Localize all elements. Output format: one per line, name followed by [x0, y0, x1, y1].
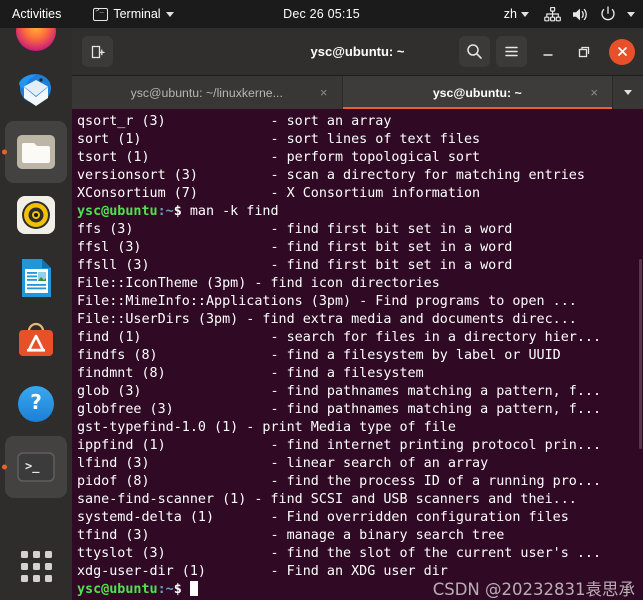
rhythmbox-icon	[17, 196, 55, 234]
language-label: zh	[503, 7, 517, 21]
dock-item-files[interactable]	[2, 121, 67, 183]
prompt-user: ysc@ubuntu	[77, 582, 158, 597]
tab-label: ysc@ubuntu: ~	[432, 85, 522, 100]
activities-button[interactable]: Activities	[0, 0, 71, 28]
terminal-line: lfind (3) - linear search of an array	[77, 456, 489, 471]
ubuntu-dock: ? >_	[0, 11, 72, 600]
terminal-line: File::UserDirs (3pm) - find extra media …	[77, 312, 577, 327]
terminal-output-area[interactable]: qsort_r (3) - sort an array sort (1) - so…	[72, 109, 643, 600]
terminal-line: sort (1) - sort lines of text files	[77, 132, 481, 147]
tab-home[interactable]: ysc@ubuntu: ~ ×	[342, 76, 613, 109]
menu-button[interactable]	[496, 36, 527, 67]
ubuntu-software-icon	[19, 322, 53, 356]
terminal-line: ttyslot (3) - find the slot of the curre…	[77, 546, 602, 561]
tab-label: ysc@ubuntu: ~/linuxkerne...	[130, 85, 283, 100]
thunderbird-icon	[19, 74, 51, 106]
language-indicator[interactable]: zh	[504, 7, 529, 21]
svg-text:?: ?	[30, 390, 42, 414]
terminal-line: qsort_r (3) - sort an array	[77, 114, 392, 129]
tab-close-icon[interactable]: ×	[320, 86, 328, 99]
terminal-line: systemd-delta (1) - Find overridden conf…	[77, 510, 569, 525]
prompt-path: :~	[157, 582, 174, 597]
volume-icon[interactable]	[572, 7, 589, 22]
terminal-icon	[93, 6, 109, 21]
terminal-line: ysc@ubuntu:~$ man -k find	[74, 203, 643, 221]
tab-list-button[interactable]	[613, 76, 643, 109]
prompt-dollar: $	[173, 204, 190, 219]
new-tab-icon	[91, 45, 105, 58]
dock-item-thunderbird[interactable]	[0, 58, 72, 120]
show-applications-button[interactable]	[0, 538, 72, 594]
network-icon[interactable]	[544, 6, 561, 22]
terminal-line: findfs (8) - find a filesystem by label …	[77, 348, 561, 363]
terminal-line: File::IconTheme (3pm) - find icon direct…	[77, 276, 440, 291]
terminal-window: ysc@ubuntu: ~ ysc@ubuntu: ~/linuxkerne..…	[72, 28, 643, 600]
terminal-cursor	[189, 581, 198, 596]
app-menu-terminal[interactable]: Terminal	[93, 6, 174, 21]
terminal-line: ffsl (3) - find first bit set in a word	[77, 240, 513, 255]
close-button[interactable]	[609, 38, 635, 65]
dock-item-terminal[interactable]: >_	[2, 436, 67, 498]
tab-linuxkernel[interactable]: ysc@ubuntu: ~/linuxkerne... ×	[72, 76, 343, 109]
clock-label[interactable]: Dec 26 05:15	[283, 7, 360, 21]
terminal-line: tsort (1) - perform topological sort	[77, 150, 481, 165]
tab-close-icon[interactable]: ×	[590, 86, 598, 99]
chevron-down-icon[interactable]	[627, 11, 635, 17]
chevron-down-icon	[165, 11, 174, 17]
new-tab-button[interactable]	[82, 36, 113, 67]
close-icon	[617, 47, 627, 56]
window-titlebar: ysc@ubuntu: ~	[72, 28, 643, 76]
terminal-line: globfree (3) - find pathnames matching a…	[77, 402, 602, 417]
terminal-line: versionsort (3) - scan a directory for m…	[77, 168, 585, 183]
search-icon	[467, 44, 482, 59]
terminal-line: ysc@ubuntu:~$	[74, 581, 643, 599]
terminal-line: glob (3) - find pathnames matching a pat…	[77, 384, 602, 399]
terminal-command: man -k find	[189, 204, 279, 219]
terminal-line: pidof (8) - find the process ID of a run…	[77, 474, 602, 489]
maximize-icon	[578, 46, 590, 57]
terminal-scrollbar[interactable]	[638, 109, 643, 600]
app-grid-icon	[20, 550, 52, 582]
help-icon: ?	[18, 386, 54, 422]
terminal-line: ffsll (3) - find first bit set in a word	[77, 258, 513, 273]
terminal-app-icon: >_	[17, 452, 55, 482]
dock-item-ubuntu-software[interactable]	[0, 310, 72, 372]
terminal-line: XConsortium (7) - X Consortium informati…	[77, 186, 481, 201]
libreoffice-writer-icon	[22, 259, 51, 297]
minimize-button[interactable]	[533, 37, 563, 67]
window-controls	[459, 36, 635, 67]
maximize-button[interactable]	[569, 37, 599, 67]
terminal-line: tfind (3) - manage a binary search tree	[77, 528, 505, 543]
chevron-down-icon	[624, 90, 632, 95]
prompt-dollar: $	[173, 582, 190, 597]
terminal-line: gst-typefind-1.0 (1) - print Media type …	[77, 420, 456, 435]
dock-item-rhythmbox[interactable]	[0, 184, 72, 246]
terminal-line: File::MimeInfo::Applications (3pm) - Fin…	[77, 294, 577, 309]
hamburger-menu-icon	[505, 46, 518, 57]
terminal-line: xdg-user-dir (1) - Find an XDG user dir	[77, 564, 448, 579]
terminal-line: ippfind (1) - find internet printing pro…	[77, 438, 602, 453]
dock-item-libreoffice-writer[interactable]	[0, 247, 72, 309]
terminal-line: sane-find-scanner (1) - find SCSI and US…	[77, 492, 577, 507]
running-indicator-dot	[2, 149, 7, 155]
app-menu-label: Terminal	[113, 7, 161, 21]
system-tray: zh	[504, 6, 635, 22]
svg-text:>_: >_	[25, 459, 40, 474]
search-button[interactable]	[459, 36, 490, 67]
terminal-lines: qsort_r (3) - sort an array sort (1) - so…	[74, 113, 643, 599]
prompt-path: :~	[157, 204, 174, 219]
minimize-icon	[543, 53, 553, 56]
terminal-line: find (1) - search for files in a directo…	[77, 330, 602, 345]
files-icon	[17, 135, 55, 169]
power-icon[interactable]	[600, 6, 616, 22]
gnome-top-bar: Activities Terminal Dec 26 05:15 zh	[0, 0, 643, 28]
tab-bar: ysc@ubuntu: ~/linuxkerne... × ysc@ubuntu…	[72, 76, 643, 109]
chevron-down-icon	[521, 11, 529, 17]
terminal-line: findmnt (8) - find a filesystem	[77, 366, 424, 381]
terminal-line: ffs (3) - find first bit set in a word	[77, 222, 513, 237]
running-indicator-dot	[2, 464, 7, 470]
prompt-user: ysc@ubuntu	[77, 204, 158, 219]
dock-item-help[interactable]: ?	[0, 373, 72, 435]
